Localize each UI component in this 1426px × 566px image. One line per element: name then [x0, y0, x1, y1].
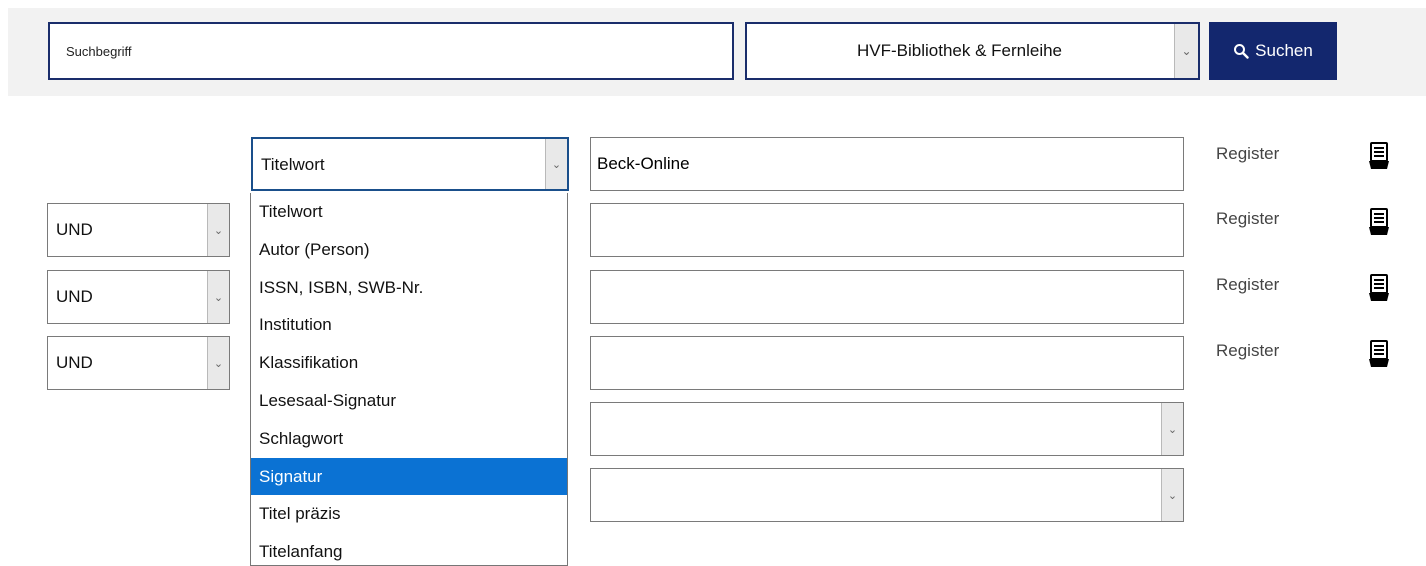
- field-select-1[interactable]: Titelwort ⌄: [251, 137, 569, 191]
- register-link-4[interactable]: Register: [1216, 341, 1279, 361]
- dropdown-option-titel-praezis[interactable]: Titel präzis: [251, 495, 567, 533]
- register-link-3[interactable]: Register: [1216, 275, 1279, 295]
- operator-select-3[interactable]: UND ⌄: [47, 270, 230, 324]
- chevron-down-icon[interactable]: ⌄: [1174, 24, 1198, 78]
- chevron-down-icon[interactable]: ⌄: [1161, 469, 1183, 521]
- search-term-field-4[interactable]: [590, 336, 1184, 390]
- chevron-down-icon[interactable]: ⌄: [1161, 403, 1183, 455]
- dropdown-option-issn-isbn[interactable]: ISSN, ISBN, SWB-Nr.: [251, 269, 567, 307]
- operator-select-2[interactable]: UND ⌄: [47, 203, 230, 257]
- operator-select-value: UND: [56, 287, 93, 306]
- operator-select-value: UND: [56, 220, 93, 239]
- dropdown-option-titelwort[interactable]: Titelwort: [251, 193, 567, 231]
- dropdown-option-lesesaal-signatur[interactable]: Lesesaal-Signatur: [251, 382, 567, 420]
- search-term-field-2[interactable]: [590, 203, 1184, 257]
- search-term-field-3[interactable]: [590, 270, 1184, 324]
- dropdown-option-schlagwort[interactable]: Schlagwort: [251, 420, 567, 458]
- dropdown-option-signatur[interactable]: Signatur: [251, 457, 567, 496]
- filter-select-2[interactable]: ⌄: [590, 468, 1184, 522]
- search-icon: [1234, 44, 1249, 59]
- catalog-select-value: HVF-Bibliothek & Fernleihe: [856, 41, 1063, 60]
- catalog-select[interactable]: HVF-Bibliothek & Fernleihe ⌄: [745, 22, 1200, 80]
- dropdown-option-klassifikation[interactable]: Klassifikation: [251, 344, 567, 382]
- chevron-down-icon[interactable]: ⌄: [207, 337, 229, 389]
- field-select-value: Titelwort: [261, 155, 325, 174]
- dropdown-option-titelanfang[interactable]: Titelanfang: [251, 533, 567, 565]
- search-button-label: Suchen: [1255, 41, 1313, 60]
- filter-select-1[interactable]: ⌄: [590, 402, 1184, 456]
- register-link-2[interactable]: Register: [1216, 209, 1279, 229]
- search-term-field-1[interactable]: [590, 137, 1184, 191]
- card-index-icon[interactable]: [1368, 208, 1390, 236]
- card-index-icon[interactable]: [1368, 274, 1390, 302]
- chevron-down-icon[interactable]: ⌄: [207, 204, 229, 256]
- field-dropdown-list[interactable]: Titelwort Autor (Person) ISSN, ISBN, SWB…: [250, 193, 568, 566]
- card-index-icon[interactable]: [1368, 340, 1390, 368]
- card-index-icon[interactable]: [1368, 142, 1390, 170]
- search-input[interactable]: [48, 22, 734, 80]
- register-link-1[interactable]: Register: [1216, 144, 1279, 164]
- operator-select-4[interactable]: UND ⌄: [47, 336, 230, 390]
- operator-select-value: UND: [56, 353, 93, 372]
- dropdown-option-institution[interactable]: Institution: [251, 306, 567, 344]
- chevron-down-icon[interactable]: ⌄: [545, 139, 567, 189]
- chevron-down-icon[interactable]: ⌄: [207, 271, 229, 323]
- dropdown-option-autor[interactable]: Autor (Person): [251, 231, 567, 269]
- search-button[interactable]: Suchen: [1209, 22, 1337, 80]
